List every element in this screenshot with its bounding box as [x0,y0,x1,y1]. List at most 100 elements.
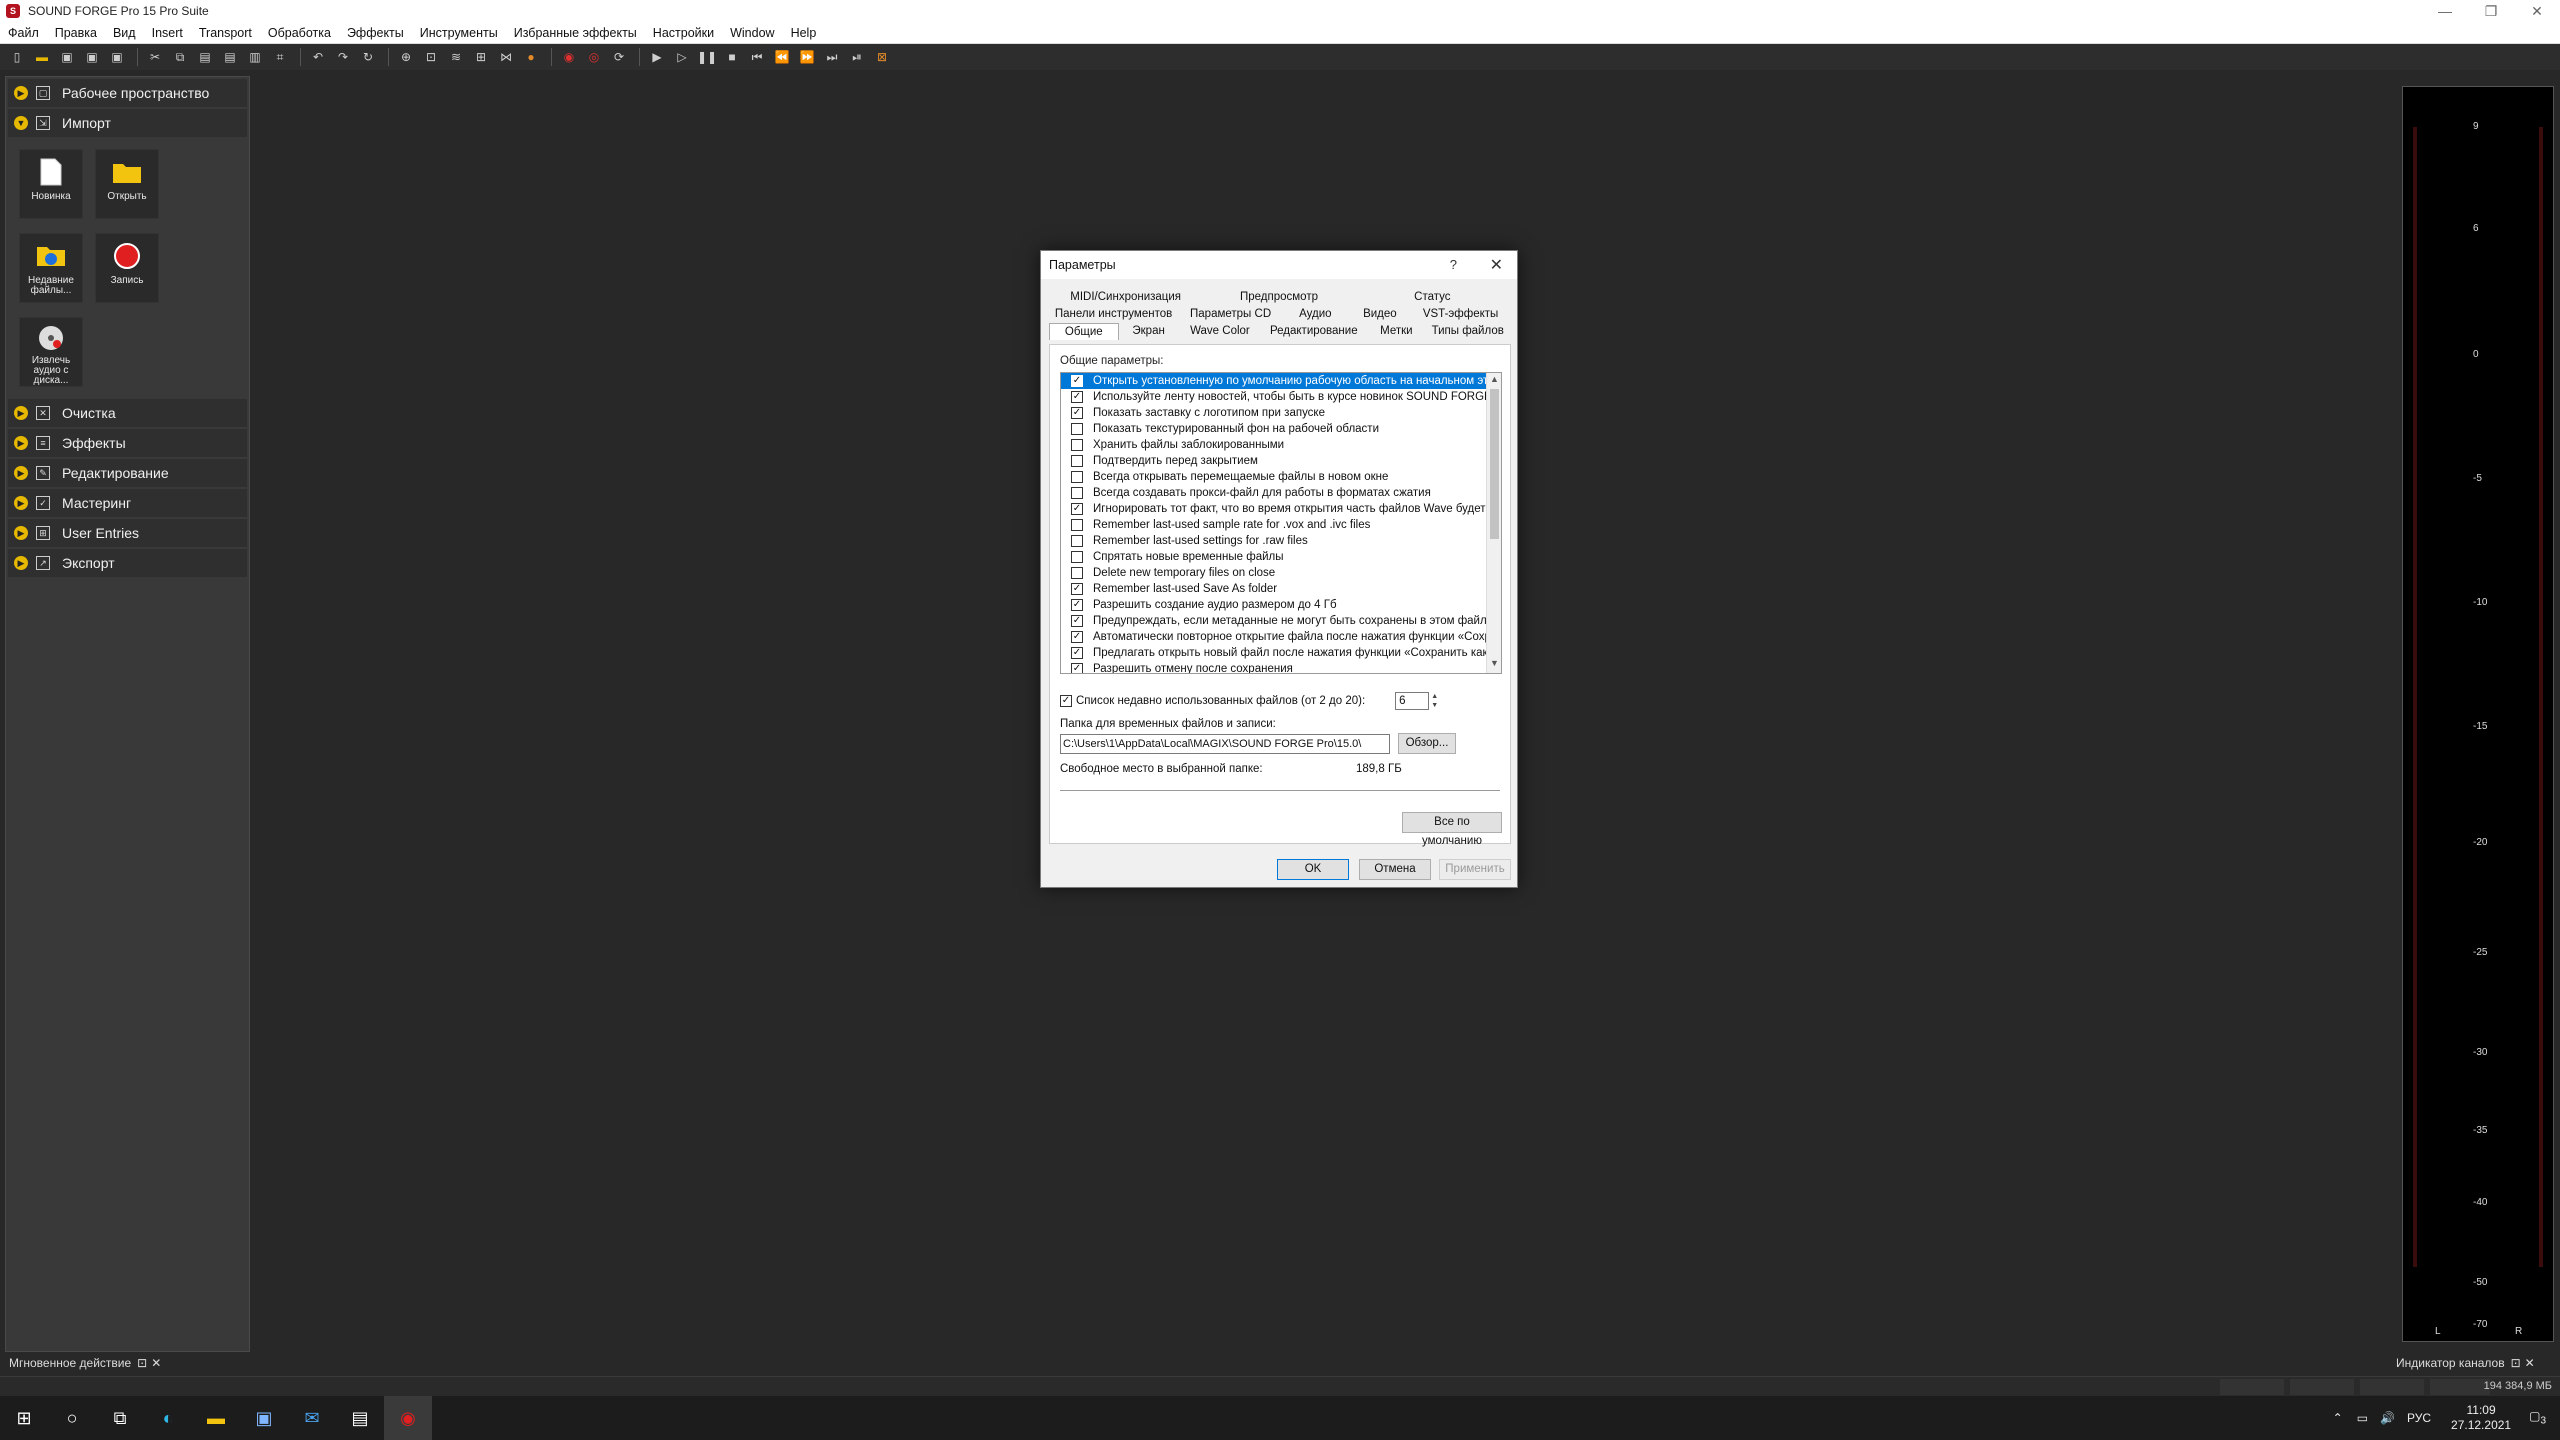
copy-icon[interactable]: ⧉ [169,47,191,67]
option-row[interactable]: ✓ Используйте ленту новостей, чтобы быть … [1061,389,1501,405]
save-as-icon[interactable]: ▣ [81,47,103,67]
clock[interactable]: 11:09 27.12.2021 [2451,1403,2511,1433]
mix-icon[interactable]: ▥ [244,47,266,67]
spinner-arrows-icon[interactable]: ▲ ▼ [1429,692,1440,710]
section-editing[interactable]: ▶ ✎ Редактирование [8,459,247,487]
option-row[interactable]: Подтвердить перед закрытием [1061,453,1501,469]
menu-help[interactable]: Help [783,26,825,40]
tab-general[interactable]: Общие [1049,323,1119,340]
menu-file[interactable]: Файл [0,26,47,40]
go-to-end-icon[interactable]: ⏭ [821,47,843,67]
float-icon[interactable]: ⊡ [2511,1356,2521,1370]
tab-preview[interactable]: Предпросмотр [1202,289,1355,306]
scrollbar-thumb[interactable] [1490,389,1499,539]
save-icon[interactable]: ▣ [56,47,78,67]
option-checkbox[interactable]: ✓ [1071,407,1083,419]
option-row[interactable]: ✓ Игнорировать тот факт, что во время отк… [1061,501,1501,517]
option-row[interactable]: Всегда создавать прокси-файл для работы … [1061,485,1501,501]
control-panel-icon[interactable]: ▤ [336,1396,384,1440]
open-folder-icon[interactable]: ▬ [31,47,53,67]
recent-files-count-input[interactable]: 6 ▲ ▼ [1395,692,1438,710]
network-icon[interactable]: ▭ [2357,1411,2368,1425]
option-row[interactable]: Remember last-used sample rate for .vox … [1061,517,1501,533]
option-row[interactable]: Всегда открывать перемещаемые файлы в но… [1061,469,1501,485]
option-row[interactable]: ✓ Разрешить отмену после сохранения [1061,661,1501,673]
cancel-button[interactable]: Отмена [1359,859,1431,880]
waveform-icon[interactable]: ≋ [445,47,467,67]
menu-insert[interactable]: Insert [144,26,191,40]
new-file-icon[interactable]: ▯ [6,47,28,67]
chevron-up-icon[interactable]: ⌃ [2333,1411,2343,1425]
language-indicator[interactable]: РУС [2407,1411,2431,1425]
go-to-start-icon[interactable]: ⏮ [746,47,768,67]
option-checkbox[interactable] [1071,471,1083,483]
stop-icon[interactable]: ■ [721,47,743,67]
option-checkbox[interactable]: ✓ [1071,663,1083,673]
temp-folder-input[interactable]: C:\Users\1\AppData\Local\MAGIX\SOUND FOR… [1060,734,1390,754]
minimize-button[interactable]: — [2422,0,2468,22]
option-row[interactable]: Показать текстурированный фон на рабочей… [1061,421,1501,437]
tab-file-types[interactable]: Типы файлов [1426,323,1509,340]
option-row[interactable]: Хранить файлы заблокированными [1061,437,1501,453]
play-icon[interactable]: ▷ [671,47,693,67]
tile-recent[interactable]: Недавние файлы... [19,233,83,303]
snap-icon[interactable]: ⋈ [495,47,517,67]
file-explorer-icon[interactable]: ▬ [192,1396,240,1440]
close-window-button[interactable]: ✕ [2514,0,2560,22]
dialog-close-button[interactable]: ✕ [1490,255,1503,275]
section-import[interactable]: ▼ ⇲ Импорт [8,109,247,137]
section-user-entries[interactable]: ▶ ⊞ User Entries [8,519,247,547]
option-checkbox[interactable]: ✓ [1071,375,1083,387]
float-icon[interactable]: ⊡ [137,1356,147,1370]
loop-icon[interactable]: ⟳ [608,47,630,67]
record-arm-icon[interactable]: ◉ [558,47,580,67]
option-checkbox[interactable] [1071,487,1083,499]
menu-view[interactable]: Вид [105,26,144,40]
section-mastering[interactable]: ▶ ✓ Мастеринг [8,489,247,517]
menu-window[interactable]: Window [722,26,782,40]
tab-status[interactable]: Статус [1356,289,1509,306]
next-marker-icon[interactable]: ⏯ [846,47,868,67]
option-row[interactable]: ✓ Предупреждать, если метаданные не могут… [1061,613,1501,629]
tab-audio[interactable]: Аудио [1283,306,1348,323]
tile-extract-cd[interactable]: Извлечь аудио с диска... [19,317,83,387]
notification-icon[interactable]: ▢3 [2529,1409,2546,1426]
tab-markers[interactable]: Метки [1366,323,1426,340]
mail-icon[interactable]: ✉ [288,1396,336,1440]
menu-favorites[interactable]: Избранные эффекты [506,26,645,40]
general-options-list[interactable]: ✓ Открыть установленную по умолчанию рабо… [1060,372,1502,674]
option-checkbox[interactable] [1071,551,1083,563]
option-row[interactable]: ✓ Remember last-used Save As folder [1061,581,1501,597]
close-icon[interactable]: ✕ [151,1356,161,1370]
zoom-in-icon[interactable]: ⊕ [395,47,417,67]
section-export[interactable]: ▶ ↗ Экспорт [8,549,247,577]
browse-button[interactable]: Обзор... [1398,733,1456,754]
tab-cd-settings[interactable]: Параметры CD [1178,306,1283,323]
option-row[interactable]: Delete new temporary files on close [1061,565,1501,581]
option-checkbox[interactable] [1071,455,1083,467]
option-checkbox[interactable]: ✓ [1071,615,1083,627]
crop-icon[interactable]: ⌗ [269,47,291,67]
tab-wave-color[interactable]: Wave Color [1179,323,1262,340]
section-effects[interactable]: ▶ ≡ Эффекты [8,429,247,457]
edge-icon[interactable]: ◐ [144,1396,192,1440]
record-icon[interactable]: ◎ [583,47,605,67]
tile-open[interactable]: Открыть [95,149,159,219]
zoom-region-icon[interactable]: ⊡ [420,47,442,67]
option-checkbox[interactable] [1071,535,1083,547]
option-checkbox[interactable] [1071,567,1083,579]
effects-chain-icon[interactable]: ● [520,47,542,67]
windows-start-icon[interactable]: ⊞ [0,1396,48,1440]
paste-icon[interactable]: ▤ [194,47,216,67]
tab-display[interactable]: Экран [1119,323,1179,340]
option-row[interactable]: Спрятать новые временные файлы [1061,549,1501,565]
menu-settings[interactable]: Настройки [645,26,722,40]
option-checkbox[interactable] [1071,439,1083,451]
cut-icon[interactable]: ✂ [144,47,166,67]
grid-icon[interactable]: ⊞ [470,47,492,67]
option-row[interactable]: ✓ Разрешить создание аудио размером до 4 … [1061,597,1501,613]
save-all-icon[interactable]: ▣ [106,47,128,67]
play-all-icon[interactable]: ▶ [646,47,668,67]
option-checkbox[interactable]: ✓ [1071,631,1083,643]
paste-special-icon[interactable]: ▤ [219,47,241,67]
